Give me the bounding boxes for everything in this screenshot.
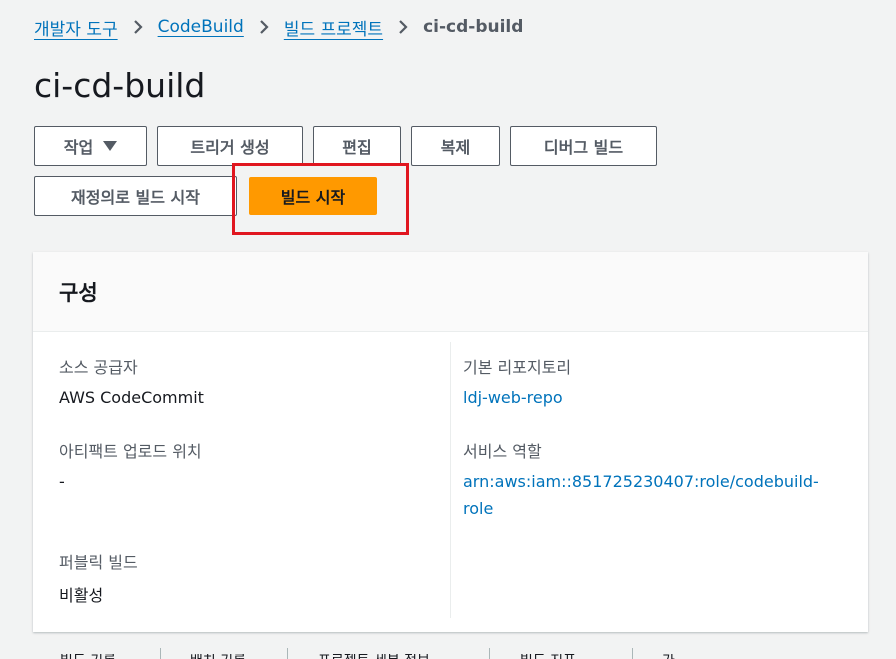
service-role-link-line2: role (463, 499, 494, 518)
tab-batch-history[interactable]: 배치 기록 (190, 654, 246, 659)
chevron-right-icon (383, 19, 423, 35)
artifact-upload-value: - (59, 472, 65, 491)
caret-down-icon (103, 141, 118, 151)
debug-build-button[interactable]: 디버그 빌드 (510, 126, 657, 166)
tab-divider (489, 648, 490, 659)
primary-repo-label: 기본 리포지토리 (463, 358, 572, 377)
configuration-panel: 구성 소스 공급자 AWS CodeCommit 아티팩트 업로드 위치 - 퍼… (33, 252, 868, 632)
configuration-header: 구성 (33, 252, 868, 332)
public-build-value: 비활성 (59, 586, 104, 605)
chevron-right-icon (244, 19, 284, 35)
tab-divider (160, 648, 161, 659)
clone-button[interactable]: 복제 (411, 126, 500, 166)
tab-build-history[interactable]: 빌드 기록 (60, 654, 116, 659)
tab-project-details[interactable]: 프로젝트 세부 정보 (318, 654, 430, 659)
breadcrumb-current: ci-cd-build (423, 17, 524, 37)
breadcrumb-developer-tools[interactable]: 개발자 도구 (34, 15, 118, 40)
page-title: ci-cd-build (34, 66, 206, 105)
create-trigger-button[interactable]: 트리거 생성 (157, 126, 303, 166)
chevron-right-icon (118, 19, 158, 35)
actions-dropdown-button[interactable]: 작업 (34, 126, 147, 166)
service-role-link-line1: arn:aws:iam::851725230407:role/codebuild… (463, 472, 819, 491)
source-provider-value: AWS CodeCommit (59, 388, 204, 407)
start-build-with-overrides-button[interactable]: 재정의로 빌드 시작 (34, 176, 237, 216)
breadcrumb-build-projects[interactable]: 빌드 프로젝트 (284, 15, 383, 40)
tab-build-metrics[interactable]: 빌드 지표 (520, 654, 576, 659)
service-role-label: 서비스 역할 (463, 442, 542, 461)
tab-divider (287, 648, 288, 659)
bottom-tabs: 빌드 기록 배치 기록 프로젝트 세부 정보 빌드 지표 가 (0, 648, 896, 659)
tab-divider (632, 648, 633, 659)
primary-repo-link[interactable]: ldj-web-repo (463, 384, 563, 411)
configuration-title: 구성 (59, 280, 98, 305)
actions-button-label: 작업 (63, 138, 94, 157)
public-build-label: 퍼블릭 빌드 (59, 553, 138, 572)
breadcrumb: 개발자 도구 CodeBuild 빌드 프로젝트 ci-cd-build (34, 14, 523, 40)
breadcrumb-codebuild[interactable]: CodeBuild (158, 17, 244, 37)
column-divider (450, 342, 451, 618)
artifact-upload-label: 아티팩트 업로드 위치 (59, 442, 202, 461)
edit-button[interactable]: 편집 (313, 126, 401, 166)
service-role-link[interactable]: arn:aws:iam::851725230407:role/codebuild… (463, 468, 819, 522)
tab-more[interactable]: 가 (662, 654, 675, 659)
source-provider-label: 소스 공급자 (59, 358, 138, 377)
highlight-box (232, 163, 409, 235)
